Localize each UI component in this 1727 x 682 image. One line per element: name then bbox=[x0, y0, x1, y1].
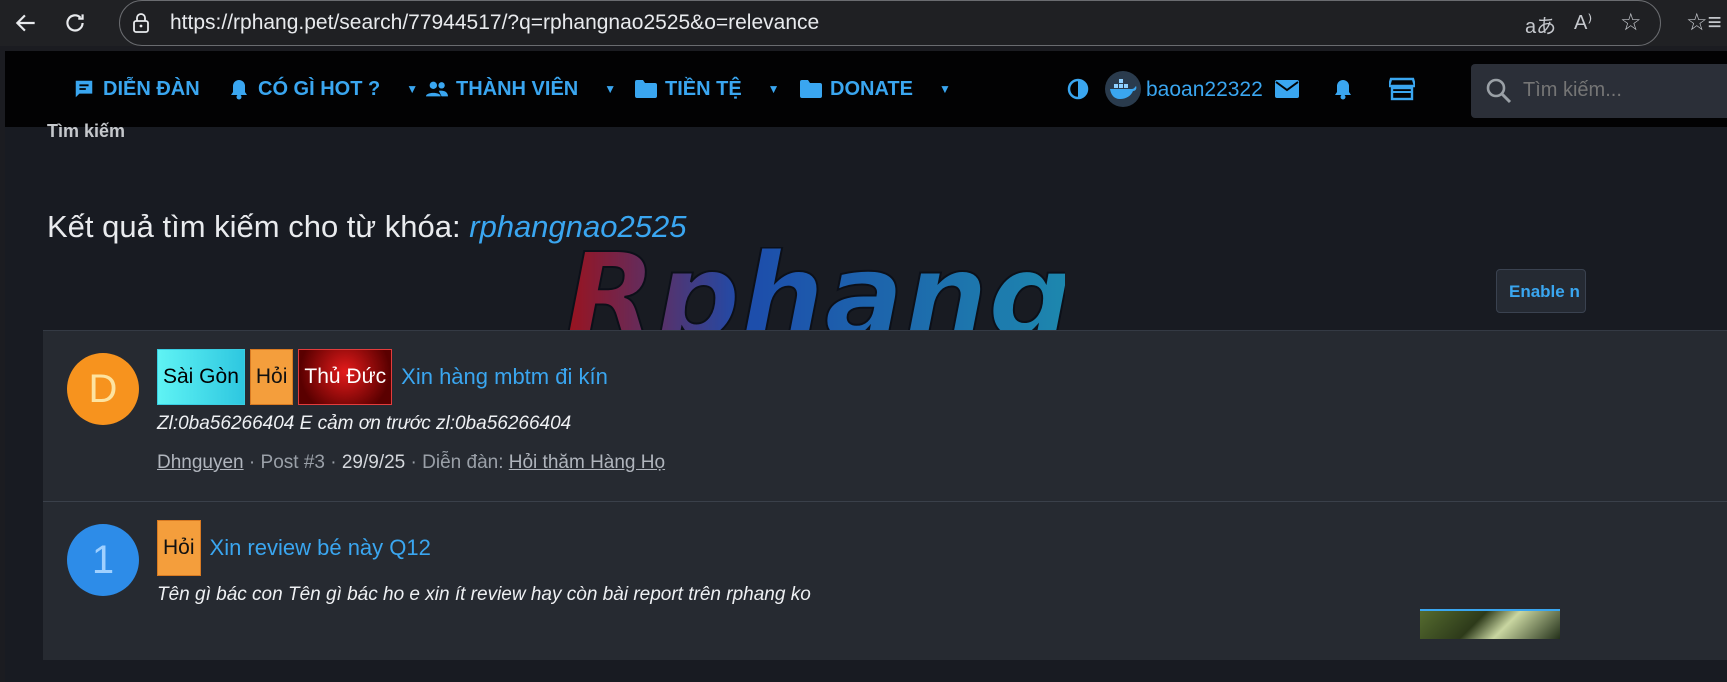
chevron-down-icon[interactable]: ▼ bbox=[768, 82, 780, 96]
favorite-star-icon[interactable]: ☆ bbox=[1620, 8, 1642, 37]
chevron-down-icon[interactable]: ▼ bbox=[604, 82, 616, 96]
nav-label: DONATE bbox=[830, 77, 913, 100]
username-link[interactable]: baoan22322 bbox=[1146, 78, 1263, 102]
nav-label: TIỀN TỆ bbox=[665, 77, 742, 100]
prefix-tag-thu-duc[interactable]: Thủ Đức bbox=[298, 349, 393, 405]
nav-label: THÀNH VIÊN bbox=[456, 77, 579, 100]
lock-icon[interactable] bbox=[131, 12, 151, 39]
top-navigation: DIỄN ĐÀN CÓ GÌ HOT ? ▼ THÀNH VIÊN ▼ TIỀN… bbox=[5, 51, 1727, 127]
folder-icon bbox=[800, 78, 822, 100]
result-snippet: Tên gì bác con Tên gì bác ho e xin ít re… bbox=[157, 584, 811, 605]
nav-co-gi-hot[interactable]: CÓ GÌ HOT ? ▼ bbox=[228, 77, 418, 101]
avatar-letter: D bbox=[88, 366, 118, 411]
search-box[interactable] bbox=[1471, 64, 1727, 118]
prefix-tag-sai-gon[interactable]: Sài Gòn bbox=[157, 349, 245, 405]
result-title-row: Hỏi Xin review bé này Q12 bbox=[157, 520, 431, 576]
refresh-button[interactable] bbox=[58, 6, 92, 40]
page-title: Kết quả tìm kiếm cho từ khóa: rphangnao2… bbox=[47, 209, 686, 245]
title-prefix: Kết quả tìm kiếm cho từ khóa: bbox=[47, 209, 461, 244]
theme-toggle-icon[interactable] bbox=[1067, 78, 1089, 105]
avatar[interactable]: D bbox=[67, 353, 139, 425]
docker-whale-icon bbox=[1110, 79, 1137, 99]
chevron-down-icon[interactable]: ▼ bbox=[406, 82, 418, 96]
breadcrumb[interactable]: Tìm kiếm bbox=[47, 121, 125, 142]
separator: · bbox=[410, 452, 417, 473]
chevron-down-icon[interactable]: ▼ bbox=[939, 82, 951, 96]
nav-donate[interactable]: DONATE ▼ bbox=[800, 77, 951, 101]
page-content: DIỄN ĐÀN CÓ GÌ HOT ? ▼ THÀNH VIÊN ▼ TIỀN… bbox=[5, 51, 1727, 682]
result-item: D Sài Gòn Hỏi Thủ Đức Xin hàng mbtm đi k… bbox=[43, 331, 1727, 501]
post-number: Post #3 bbox=[260, 452, 325, 473]
result-meta: Dhnguyen · Post #3 · 29/9/25 · Diễn đàn:… bbox=[157, 452, 665, 474]
browser-toolbar: https://rphang.pet/search/77944517/?q=rp… bbox=[0, 0, 1727, 46]
favorites-list-icon[interactable]: ☆≡ bbox=[1686, 8, 1722, 37]
prefix-tag-hoi[interactable]: Hỏi bbox=[249, 349, 294, 405]
search-keyword: rphangnao2525 bbox=[469, 209, 687, 244]
search-icon bbox=[1486, 78, 1512, 104]
nav-dien-dan[interactable]: DIỄN ĐÀN bbox=[73, 77, 200, 101]
read-aloud-icon[interactable]: A⁾ bbox=[1574, 10, 1592, 35]
refresh-icon bbox=[66, 14, 84, 32]
translate-icon[interactable]: aあ bbox=[1525, 10, 1556, 39]
result-title-link[interactable]: Xin hàng mbtm đi kín bbox=[401, 364, 608, 390]
nav-tien-te[interactable]: TIỀN TỆ ▼ bbox=[635, 77, 780, 101]
result-thumbnail[interactable] bbox=[1420, 609, 1560, 639]
result-title-row: Sài Gòn Hỏi Thủ Đức Xin hàng mbtm đi kín bbox=[157, 349, 608, 405]
members-icon bbox=[426, 78, 448, 100]
nav-thanh-vien[interactable]: THÀNH VIÊN ▼ bbox=[426, 77, 616, 101]
folder-icon bbox=[635, 78, 657, 100]
store-icon[interactable] bbox=[1387, 77, 1417, 106]
notification-bell-icon[interactable] bbox=[1333, 78, 1353, 105]
prefix-tag-hoi[interactable]: Hỏi bbox=[157, 520, 201, 576]
result-snippet: Zl:0ba56266404 E cảm ơn trước zl:0ba5626… bbox=[157, 413, 572, 434]
nav-label: DIỄN ĐÀN bbox=[103, 77, 200, 100]
avatar[interactable]: 1 bbox=[67, 524, 139, 596]
forum-link[interactable]: Hỏi thăm Hàng Họ bbox=[509, 452, 665, 473]
post-date: 29/9/25 bbox=[341, 452, 406, 473]
nav-label: CÓ GÌ HOT ? bbox=[258, 77, 381, 100]
back-arrow-icon bbox=[15, 14, 35, 32]
url-text[interactable]: https://rphang.pet/search/77944517/?q=rp… bbox=[170, 11, 819, 35]
bell-icon bbox=[228, 78, 250, 100]
user-avatar[interactable] bbox=[1105, 71, 1141, 107]
inbox-mail-icon[interactable] bbox=[1275, 80, 1299, 103]
result-title-link[interactable]: Xin review bé này Q12 bbox=[210, 535, 431, 561]
separator: · bbox=[248, 452, 256, 473]
author-link[interactable]: Dhnguyen bbox=[157, 452, 244, 473]
forum-icon bbox=[73, 78, 95, 100]
search-input[interactable] bbox=[1523, 79, 1723, 102]
separator: · bbox=[330, 452, 337, 473]
avatar-letter: 1 bbox=[91, 537, 115, 582]
back-button[interactable] bbox=[9, 6, 43, 40]
forum-label: Diễn đàn: bbox=[422, 452, 504, 473]
enable-button[interactable]: Enable n bbox=[1496, 269, 1586, 313]
